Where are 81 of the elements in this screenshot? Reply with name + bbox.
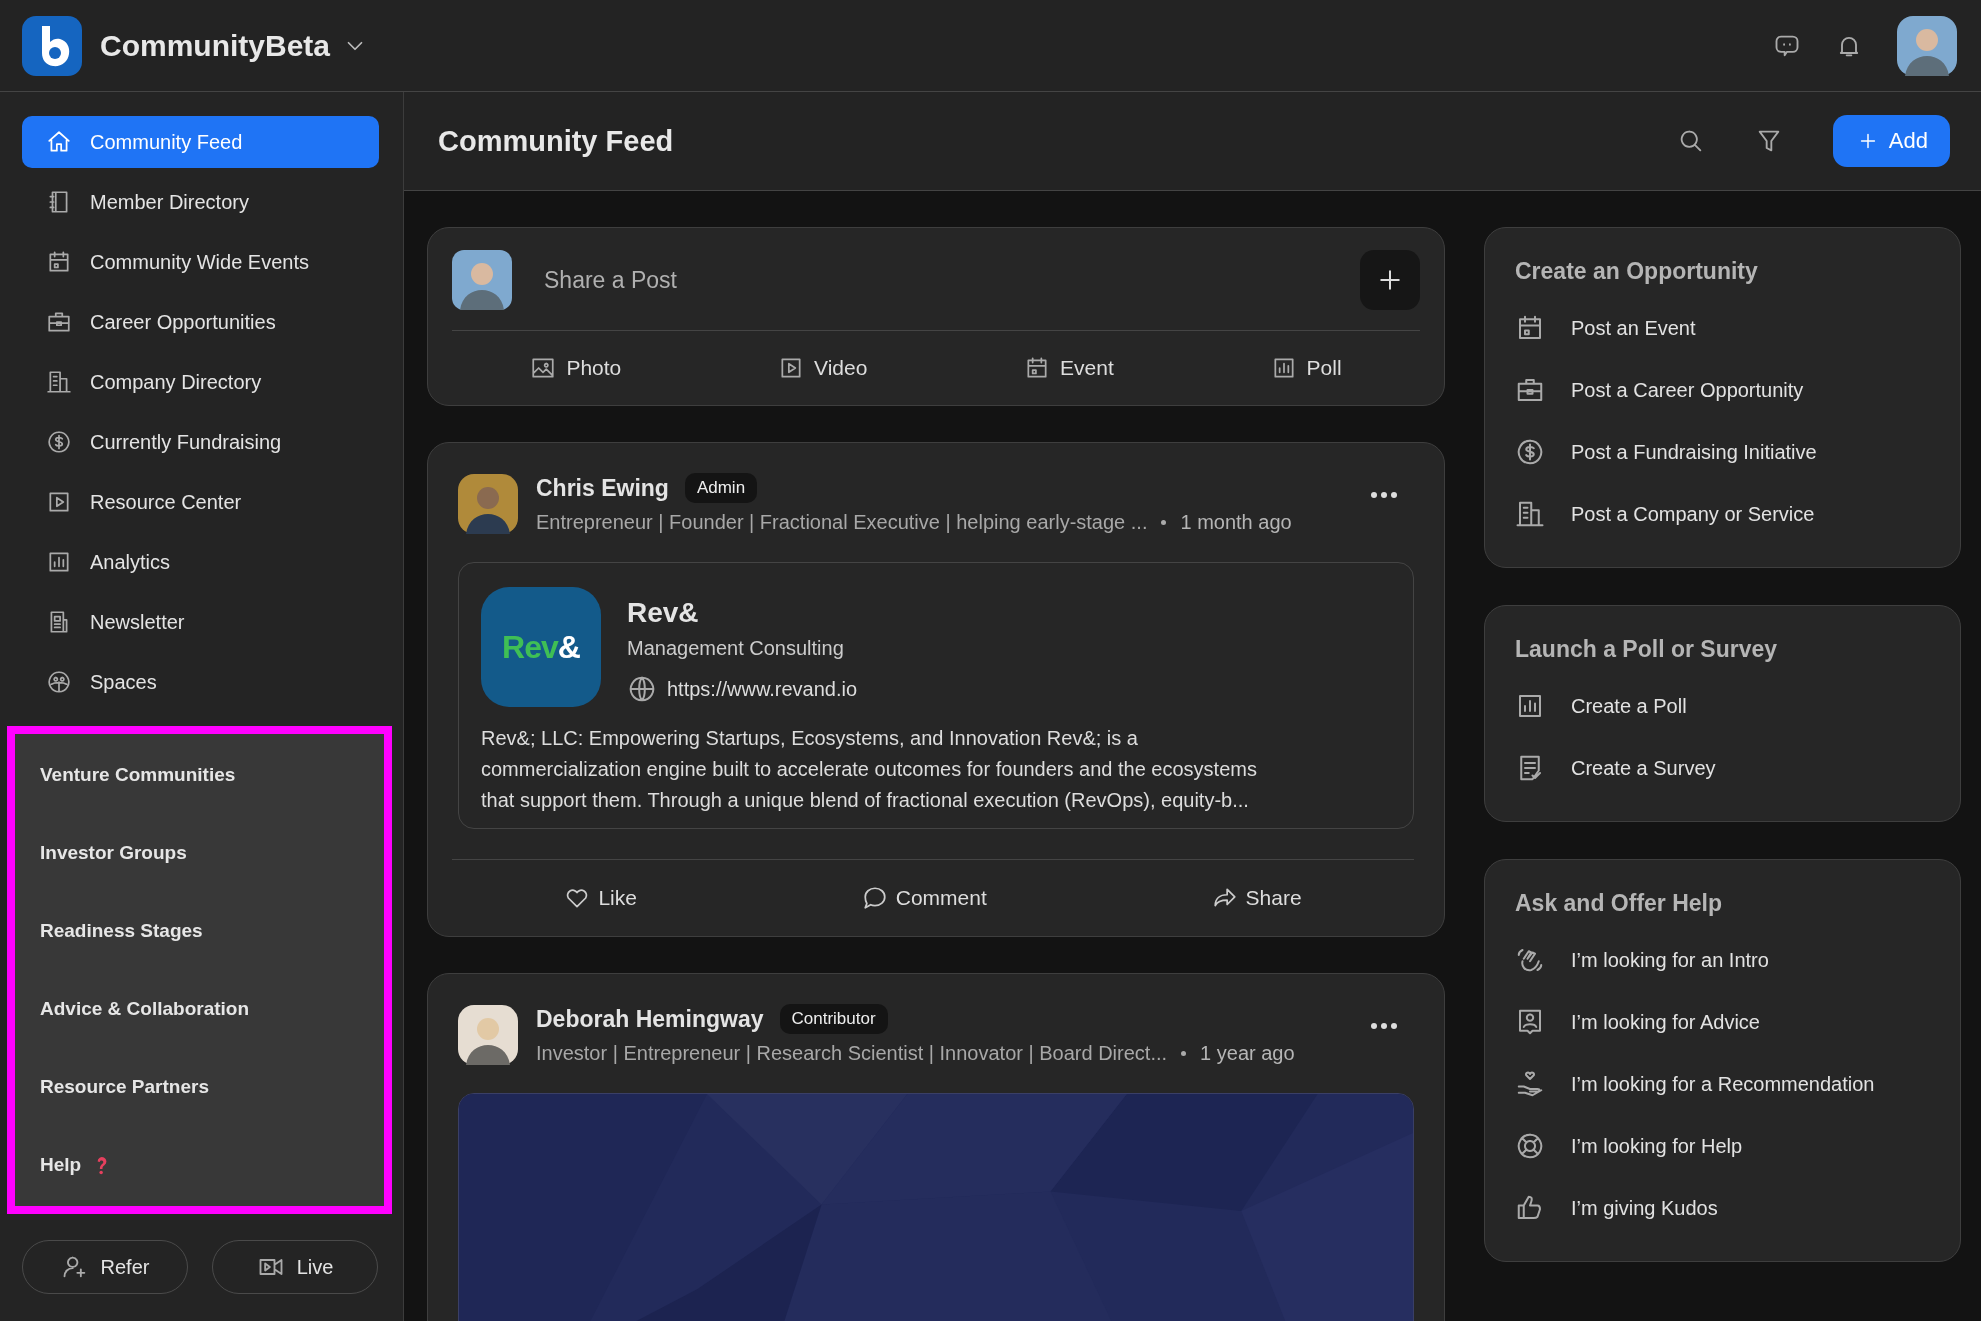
separator-dot (1181, 1051, 1187, 1056)
post-type-button[interactable]: Video (772, 354, 874, 382)
panel-action-link[interactable]: Post a Company or Service (1515, 483, 1932, 545)
community-name[interactable]: CommunityBeta (100, 28, 331, 63)
calendar-icon (46, 249, 72, 275)
briefcase-icon (46, 309, 72, 335)
logo-icon (22, 15, 82, 76)
building-icon (46, 369, 72, 395)
like-button[interactable]: Like (558, 884, 643, 912)
nav-item[interactable]: Career Opportunities (22, 296, 379, 348)
globe-icon (627, 674, 657, 704)
nav-item[interactable]: Community Wide Events (22, 236, 379, 288)
avatar (458, 473, 518, 534)
comment-button[interactable]: Comment (855, 884, 993, 912)
post-type-button[interactable]: Photo (524, 354, 628, 382)
panel-action-link[interactable]: I’m looking for Advice (1515, 991, 1932, 1053)
lifebuoy-icon (1515, 1131, 1545, 1161)
nav-item[interactable]: Community Feed (22, 116, 379, 168)
post-time: 1 year ago (1200, 1042, 1295, 1065)
add-post-button[interactable] (1360, 250, 1420, 310)
panel-action-link[interactable]: Post a Career Opportunity (1515, 359, 1932, 421)
panel-title: Create an Opportunity (1515, 258, 1759, 285)
post-type-button[interactable]: Event (1018, 354, 1120, 382)
panel-title: Launch a Poll or Survey (1515, 636, 1779, 663)
panel-action-link[interactable]: I’m looking for an Intro (1515, 929, 1932, 991)
section-link[interactable]: Readiness Stages (15, 892, 384, 970)
bar-chart-icon (46, 549, 72, 575)
play-icon (46, 489, 72, 515)
share-button[interactable]: Share (1205, 884, 1308, 912)
image-icon (530, 355, 557, 381)
author-headline: Investor | Entrepreneur | Research Scientist | Innovator | Board Direct... (536, 1042, 1168, 1065)
nav-item[interactable]: Newsletter (22, 596, 379, 648)
nav-item[interactable]: Spaces (22, 656, 379, 708)
nav-item[interactable]: Member Directory (22, 176, 379, 228)
link-preview-card[interactable] (458, 562, 1414, 829)
author-name[interactable]: Deborah Hemingway (536, 1005, 764, 1033)
dollar-icon (1515, 437, 1545, 467)
role-tag: Admin (684, 473, 758, 503)
panel-action-link[interactable]: I’m looking for a Recommendation (1515, 1053, 1932, 1115)
nav-item[interactable]: Currently Fundraising (22, 416, 379, 468)
author-name[interactable]: Chris Ewing (536, 474, 669, 502)
nav-item[interactable]: Company Directory (22, 356, 379, 408)
section-link[interactable]: Investor Groups (15, 814, 384, 892)
dollar-icon (46, 429, 72, 455)
separator-dot (1161, 520, 1167, 525)
panel-action-link[interactable]: Create a Survey (1515, 737, 1932, 799)
speech-bubble-icon (861, 885, 888, 911)
section-link[interactable]: Advice & Collaboration (15, 970, 384, 1048)
company-category: Management Consulting (627, 637, 845, 660)
company-description: Rev&; LLC: Empowering Startups, Ecosystems, and Innovation Rev&; is a commercialization engine built to accelerate outcomes for founders and the ecosystems that support them. Through a unique blend of fractional execution (RevOps), equity-b... (481, 726, 1258, 813)
company-name: Rev& (627, 597, 700, 629)
globe-face-icon (46, 669, 72, 695)
avatar[interactable] (1897, 15, 1957, 76)
panel-title: Ask and Offer Help (1515, 890, 1724, 917)
role-tag: Contributor (779, 1004, 888, 1034)
help-link[interactable]: Help (15, 1126, 384, 1204)
panel-action-link[interactable]: Create a Poll (1515, 675, 1932, 737)
avatar (458, 1004, 518, 1065)
post-time: 1 month ago (1180, 511, 1292, 534)
page-title: Community Feed (438, 124, 674, 158)
more-options-icon[interactable] (1370, 491, 1398, 499)
more-options-icon[interactable] (1370, 1022, 1398, 1030)
share-post-field[interactable]: Share a Post (542, 265, 1330, 295)
nav-item[interactable]: Resource Center (22, 476, 379, 528)
building-icon (1515, 499, 1545, 529)
section-link[interactable]: Venture Communities (15, 736, 384, 814)
play-icon (778, 355, 804, 381)
section-link[interactable]: Resource Partners (15, 1048, 384, 1126)
panel-action-link[interactable]: Post a Fundraising Initiative (1515, 421, 1932, 483)
panel-action-link[interactable]: I’m looking for Help (1515, 1115, 1932, 1177)
post-type-button[interactable]: Poll (1264, 354, 1348, 382)
website-link[interactable]: https://www.revand.io (667, 677, 858, 701)
hand-heart-icon (1515, 1069, 1545, 1099)
author-headline: Entrepreneur | Founder | Fractional Executive | helping early-stage ... (536, 511, 1148, 534)
home-icon (46, 129, 72, 155)
add-button[interactable]: Add (1832, 115, 1950, 167)
nav-item[interactable]: Analytics (22, 536, 379, 588)
avatar (452, 250, 512, 310)
panel-action-link[interactable]: I’m giving Kudos (1515, 1177, 1932, 1239)
company-logo: Rev& (481, 587, 601, 707)
panel-action-link[interactable]: Post an Event (1515, 297, 1932, 359)
